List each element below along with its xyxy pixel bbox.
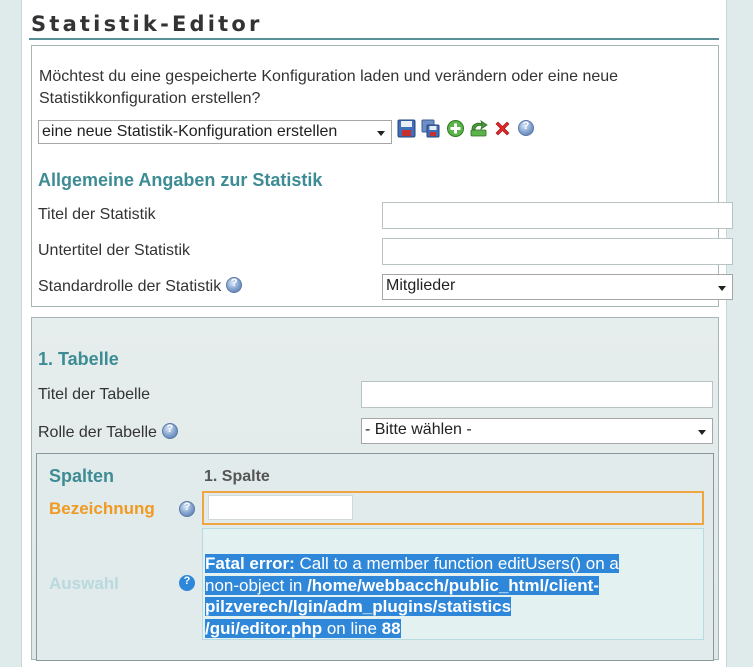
help-icon[interactable] [179,501,195,517]
reload-icon[interactable] [469,119,488,138]
delete-icon[interactable] [493,119,512,138]
error-box: Fatal error: Call to a member function e… [202,528,704,640]
config-panel: Möchtest du eine gespeicherte Konfigurat… [31,45,733,307]
chevron-down-icon [718,286,726,291]
stat-subtitle-label: Untertitel der Statistik [38,242,191,259]
column-name-label: Bezeichnung [49,499,155,518]
stat-title-label: Titel der Statistik [38,206,156,223]
page-title: Statistik-Editor [31,12,263,36]
table-title-input[interactable] [361,381,713,408]
page: Statistik-Editor Möchtest du eine gespei… [21,0,733,667]
columns-section-title: Spalten [49,466,115,486]
default-role-select[interactable]: Mitglieder [382,274,733,300]
table-role-select-value: - Bitte wählen - [365,421,472,438]
default-role-label: Standardrolle der Statistik [38,277,243,296]
columns-panel: Spalten 1. Spalte Bezeichnung Auswahl Fa… [36,453,714,661]
general-section-title: Allgemeine Angaben zur Statistik [38,170,323,190]
stat-title-input[interactable] [382,202,733,229]
error-line2: non-object in /home/webbacch/public_html… [205,575,599,595]
error-line4: /gui/editor.php on line 88 [205,618,401,638]
default-role-label-text: Standardrolle der Statistik [38,278,222,295]
error-line1: Fatal error: Call to a member function e… [205,554,619,573]
config-select-value: eine neue Statistik-Konfiguration erstel… [42,123,338,140]
column-name-input[interactable] [208,495,353,520]
table-role-label: Rolle der Tabelle [38,423,178,442]
table-section-title: 1. Tabelle [38,349,119,369]
column-select-label: Auswahl [49,574,119,593]
config-select[interactable]: eine neue Statistik-Konfiguration erstel… [38,120,392,144]
default-role-select-value: Mitglieder [386,277,456,294]
column-header: 1. Spalte [204,468,270,485]
intro-text: Möchtest du eine gespeicherte Konfigurat… [39,68,619,107]
save-icon[interactable] [397,119,416,138]
table-panel: 1. Tabelle Titel der Tabelle Rolle der T… [31,317,719,661]
error-message: Fatal error: Call to a member function e… [205,553,685,639]
help-icon[interactable] [161,423,178,439]
stat-subtitle-input[interactable] [382,238,733,265]
chevron-down-icon [377,131,385,136]
title-underline [29,38,719,40]
help-icon[interactable] [518,120,534,136]
error-line3: pilzverech/lgin/adm_plugins/statistics [205,597,512,617]
chevron-down-icon [698,430,706,435]
save-as-icon[interactable] [421,119,440,138]
table-title-label: Titel der Tabelle [38,386,151,403]
help-icon[interactable] [226,277,243,293]
column-name-field [202,491,704,525]
table-role-select[interactable]: - Bitte wählen - [361,418,713,444]
add-icon[interactable] [446,119,465,138]
table-role-label-text: Rolle der Tabelle [38,424,157,441]
help-icon[interactable] [179,575,195,591]
